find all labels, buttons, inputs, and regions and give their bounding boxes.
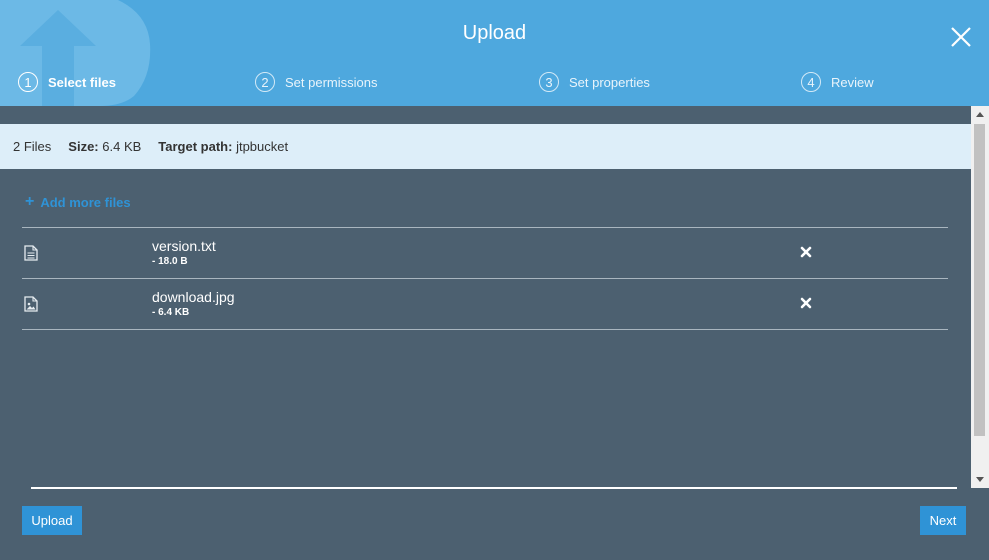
target-path-label: Target path:: [158, 139, 233, 154]
file-row: version.txt - 18.0 B: [22, 228, 948, 279]
scroll-up-arrow-icon[interactable]: [976, 112, 984, 117]
step-select-files[interactable]: 1 Select files: [18, 70, 116, 94]
step-label: Select files: [48, 74, 116, 90]
file-count: 2 Files: [13, 139, 52, 154]
file-row: download.jpg - 6.4 KB: [22, 279, 948, 330]
image-file-icon: [24, 296, 38, 312]
step-review[interactable]: 4 Review: [801, 70, 874, 94]
step-label: Review: [831, 74, 874, 90]
step-label: Set permissions: [285, 74, 378, 90]
remove-file-icon[interactable]: [800, 246, 812, 258]
vertical-scrollbar[interactable]: [971, 106, 989, 488]
size-label: Size:: [68, 139, 99, 154]
file-list: version.txt - 18.0 B download.jpg - 6.4 …: [22, 227, 948, 330]
scroll-down-arrow-icon[interactable]: [976, 477, 984, 482]
file-name: version.txt: [152, 238, 216, 254]
wizard-steps: 1 Select files 2 Set permissions 3 Set p…: [0, 70, 989, 94]
remove-file-icon[interactable]: [800, 297, 812, 309]
dialog-title: Upload: [462, 22, 527, 44]
text-file-icon: [24, 245, 38, 261]
step-label: Set properties: [569, 74, 650, 90]
file-size: - 6.4 KB: [152, 307, 190, 318]
upload-button[interactable]: Upload: [22, 506, 82, 535]
total-size: Size: 6.4 KB: [68, 139, 141, 154]
step-number: 2: [255, 72, 275, 92]
target-path: Target path: jtpbucket: [158, 139, 288, 154]
step-set-properties[interactable]: 3 Set properties: [539, 70, 650, 94]
file-name: download.jpg: [152, 289, 235, 305]
dialog-header: Upload 1 Select files 2 Set permissions …: [0, 0, 989, 106]
upload-summary-bar: 2 Files Size: 6.4 KB Target path: jtpbuc…: [0, 124, 971, 169]
file-size: - 18.0 B: [152, 256, 188, 267]
next-button[interactable]: Next: [920, 506, 966, 535]
step-set-permissions[interactable]: 2 Set permissions: [255, 70, 377, 94]
scrollbar-thumb[interactable]: [974, 124, 985, 436]
add-more-files-label: Add more files: [40, 194, 131, 210]
size-value: 6.4 KB: [102, 139, 142, 154]
add-more-files-link[interactable]: + Add more files: [25, 194, 131, 210]
footer-divider: [31, 487, 957, 489]
step-number: 4: [801, 72, 821, 92]
close-icon[interactable]: [949, 25, 973, 49]
step-number: 1: [18, 72, 38, 92]
step-number: 3: [539, 72, 559, 92]
target-path-value: jtpbucket: [236, 139, 289, 154]
plus-icon: +: [25, 193, 35, 210]
